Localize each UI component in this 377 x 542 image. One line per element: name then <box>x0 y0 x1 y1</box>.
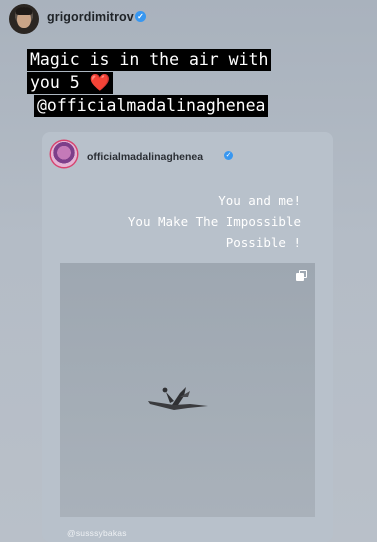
shared-post-avatar[interactable] <box>51 141 77 167</box>
caption-text: you 5 <box>30 73 90 92</box>
avatar-hair <box>16 7 32 15</box>
heart-emoji-icon: ❤️ <box>89 73 111 92</box>
post-text-line-2: You Make The Impossible <box>127 214 301 229</box>
caption-line-1: Magic is in the air with <box>27 49 272 71</box>
shared-post-header: officialmadalinaghenea ✓ <box>42 132 333 172</box>
verified-badge-icon: ✓ <box>224 151 233 160</box>
shared-post-card[interactable]: officialmadalinaghenea ✓ You and me! You… <box>42 132 333 542</box>
verified-badge-icon: ✓ <box>135 11 146 22</box>
post-text-line-1: You and me! <box>218 193 301 208</box>
shared-post-username[interactable]: officialmadalinaghenea <box>87 151 203 163</box>
post-text-line-3: Possible ! <box>225 235 301 250</box>
photo-credit[interactable]: @susssybakas <box>67 528 127 538</box>
shared-post-text: You and me! You Make The Impossible Poss… <box>128 190 301 253</box>
story-background: grigordimitrov ✓ Magic is in the air wit… <box>0 0 377 542</box>
caption-line-2: you 5 ❤️ <box>27 72 114 94</box>
avatar[interactable] <box>9 4 39 34</box>
mention-tag[interactable]: @officialmadalinaghenea <box>34 95 269 117</box>
multiple-photos-icon <box>296 270 307 281</box>
shared-post-photo[interactable] <box>60 263 315 517</box>
flying-figure-icon <box>148 387 208 410</box>
story-header: grigordimitrov ✓ <box>0 0 377 38</box>
story-username[interactable]: grigordimitrov <box>47 10 134 24</box>
